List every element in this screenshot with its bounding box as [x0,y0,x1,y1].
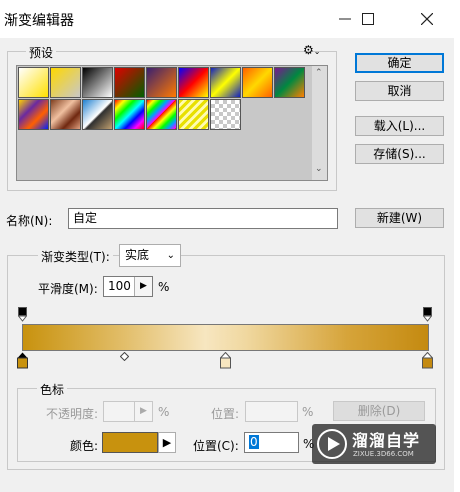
chevron-down-icon: ⌄ [166,250,175,261]
delete-button[interactable]: 删除(D) [333,401,425,421]
color-swatch[interactable] [102,432,158,453]
gradient-type-select[interactable]: 实底 ⌄ [119,244,181,267]
color-stop-right[interactable] [422,352,433,369]
smoothness-unit: % [158,280,170,294]
close-icon [421,13,433,25]
opacity-unit: % [158,405,170,419]
color-location-label: 位置(C): [193,439,239,453]
gradient-type-value: 实底 [125,248,150,262]
watermark-brand: 溜溜自学 [352,431,421,450]
scroll-up-icon[interactable]: ⌃ [315,68,323,78]
close-button[interactable] [404,0,450,38]
play-logo-icon [317,429,347,459]
opacity-input[interactable]: ▶ [103,401,153,422]
ok-button[interactable]: 确定 [355,53,444,73]
preset-swatch-spectrum[interactable] [114,99,145,130]
preset-swatch-red-green[interactable] [114,67,145,98]
color-stop-middle[interactable] [220,352,231,369]
play-icon[interactable]: ▶ [134,402,152,421]
preset-swatch-blue-red-yellow[interactable] [178,67,209,98]
presets-label: 预设 [26,44,57,61]
maximize-icon [362,13,374,25]
gradient-preview-bar[interactable] [22,324,429,351]
preset-swatch-foreground-to-transparent[interactable] [50,67,81,98]
preset-swatch-blue-yellow-blue[interactable] [210,67,241,98]
preset-swatch-transparent-stripes[interactable] [178,99,209,130]
gradient-type-label: 渐变类型(T): [38,248,113,265]
preset-swatch-violet-green-orange[interactable] [274,67,305,98]
smoothness-input[interactable]: 100 ▶ [103,276,153,297]
opacity-location-unit: % [302,405,314,419]
smoothness-label: 平滑度(M): [38,282,98,296]
color-label: 颜色: [70,439,99,453]
preset-swatch-neutral-density[interactable] [210,99,241,130]
color-picker-arrow-icon[interactable]: ▶ [158,432,176,453]
window-title: 渐变编辑器 [4,13,74,29]
opacity-stop-left[interactable] [18,307,27,322]
watermark-url: ZIXUE.3D66.COM [353,450,414,458]
opacity-stop-right[interactable] [423,307,432,322]
preset-swatch-orange-yellow-orange[interactable] [242,67,273,98]
opacity-label: 不透明度: [46,407,99,421]
presets-scrollbar[interactable]: ⌃ ⌄ [312,66,327,180]
preset-swatch-transparent-rainbow[interactable] [146,99,177,130]
name-input[interactable]: 自定 [68,208,338,229]
play-icon[interactable]: ▶ [134,277,152,296]
stops-label: 色标 [37,381,68,398]
presets-list: ⌃ ⌄ [16,65,328,181]
color-location-input[interactable]: 0 [244,432,299,453]
opacity-location-label: 位置: [211,407,240,421]
new-button[interactable]: 新建(W) [355,208,444,228]
color-location-value: 0 [249,435,259,449]
scroll-down-icon[interactable]: ⌄ [315,164,323,174]
preset-swatch-yellow-violet-orange-blue[interactable] [18,99,49,130]
window-edge [454,38,460,492]
watermark: 溜溜自学 ZIXUE.3D66.COM [312,424,436,464]
gear-icon[interactable]: ⚙⌄ [303,43,320,57]
maximize-button[interactable] [345,0,391,38]
preset-swatch-violet-orange[interactable] [146,67,177,98]
smoothness-value: 100 [108,279,131,293]
preset-swatch-chrome[interactable] [82,99,113,130]
preset-swatch-copper[interactable] [50,99,81,130]
opacity-location-input[interactable] [245,401,298,422]
save-button[interactable]: 存储(S)... [355,144,444,164]
preset-swatch-black-white[interactable] [82,67,113,98]
color-stop-left[interactable] [17,352,28,369]
cancel-button[interactable]: 取消 [355,81,444,101]
preset-swatch-foreground-to-background[interactable] [18,67,49,98]
name-label: 名称(N): [6,214,53,228]
midpoint-diamond[interactable] [120,352,129,361]
load-button[interactable]: 载入(L)... [355,116,444,136]
